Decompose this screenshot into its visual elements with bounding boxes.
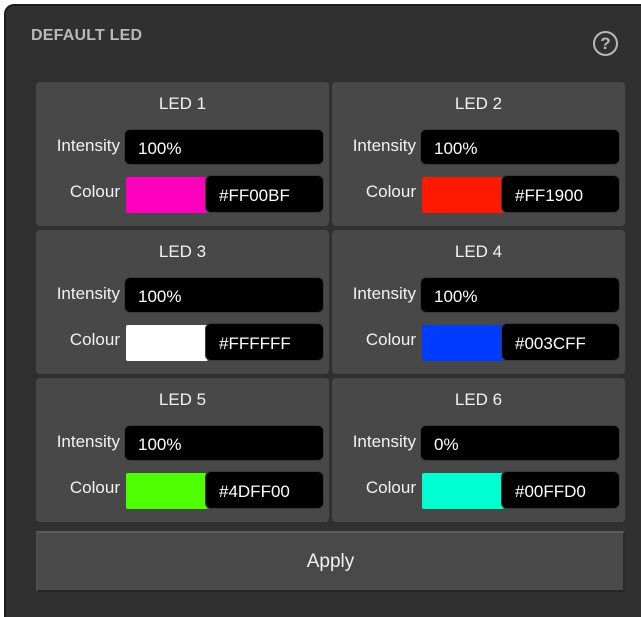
led-grid: LED 1 Intensity 100% Colour #FF00BF LED … xyxy=(36,82,625,524)
intensity-input[interactable]: 100% xyxy=(124,425,324,461)
led-card-6: LED 6 Intensity 0% Colour #00FFD0 xyxy=(332,378,625,522)
hex-input[interactable]: #00FFD0 xyxy=(501,471,620,509)
intensity-label: Intensity xyxy=(352,136,416,155)
led-card-4: LED 4 Intensity 100% Colour #003CFF xyxy=(332,230,625,374)
hex-input[interactable]: #4DFF00 xyxy=(205,471,324,509)
intensity-input[interactable]: 100% xyxy=(124,129,324,165)
colour-label: Colour xyxy=(365,330,416,349)
led-title: LED 4 xyxy=(454,242,503,261)
intensity-input[interactable]: 100% xyxy=(420,129,620,165)
colour-swatch[interactable] xyxy=(422,177,504,213)
intensity-label: Intensity xyxy=(56,136,120,155)
intensity-label: Intensity xyxy=(56,432,120,451)
intensity-input[interactable]: 100% xyxy=(420,277,620,313)
led-title: LED 3 xyxy=(158,242,207,261)
intensity-label: Intensity xyxy=(352,432,416,451)
led-card-2: LED 2 Intensity 100% Colour #FF1900 xyxy=(332,82,625,226)
hex-input[interactable]: #FF1900 xyxy=(501,175,620,213)
colour-label: Colour xyxy=(69,330,120,349)
led-title: LED 5 xyxy=(158,390,207,409)
led-title: LED 2 xyxy=(454,94,503,113)
colour-swatch[interactable] xyxy=(126,177,208,213)
intensity-label: Intensity xyxy=(352,284,416,303)
hex-input[interactable]: #003CFF xyxy=(501,323,620,361)
help-icon[interactable]: ? xyxy=(593,31,618,56)
colour-label: Colour xyxy=(365,182,416,201)
led-title: LED 6 xyxy=(454,390,503,409)
led-title: LED 1 xyxy=(158,94,207,113)
panel-title: DEFAULT LED xyxy=(31,27,143,44)
colour-swatch[interactable] xyxy=(126,473,208,509)
hex-input[interactable]: #FF00BF xyxy=(205,175,324,213)
intensity-input[interactable]: 0% xyxy=(420,425,620,461)
intensity-input[interactable]: 100% xyxy=(124,277,324,313)
intensity-label: Intensity xyxy=(56,284,120,303)
led-card-5: LED 5 Intensity 100% Colour #4DFF00 xyxy=(36,378,329,522)
apply-button[interactable]: Apply xyxy=(36,531,625,592)
colour-swatch[interactable] xyxy=(126,325,208,361)
colour-label: Colour xyxy=(69,478,120,497)
colour-swatch[interactable] xyxy=(422,473,504,509)
led-card-3: LED 3 Intensity 100% Colour #FFFFFF xyxy=(36,230,329,374)
colour-label: Colour xyxy=(69,182,120,201)
led-card-1: LED 1 Intensity 100% Colour #FF00BF xyxy=(36,82,329,226)
colour-label: Colour xyxy=(365,478,416,497)
colour-swatch[interactable] xyxy=(422,325,504,361)
hex-input[interactable]: #FFFFFF xyxy=(205,323,324,361)
